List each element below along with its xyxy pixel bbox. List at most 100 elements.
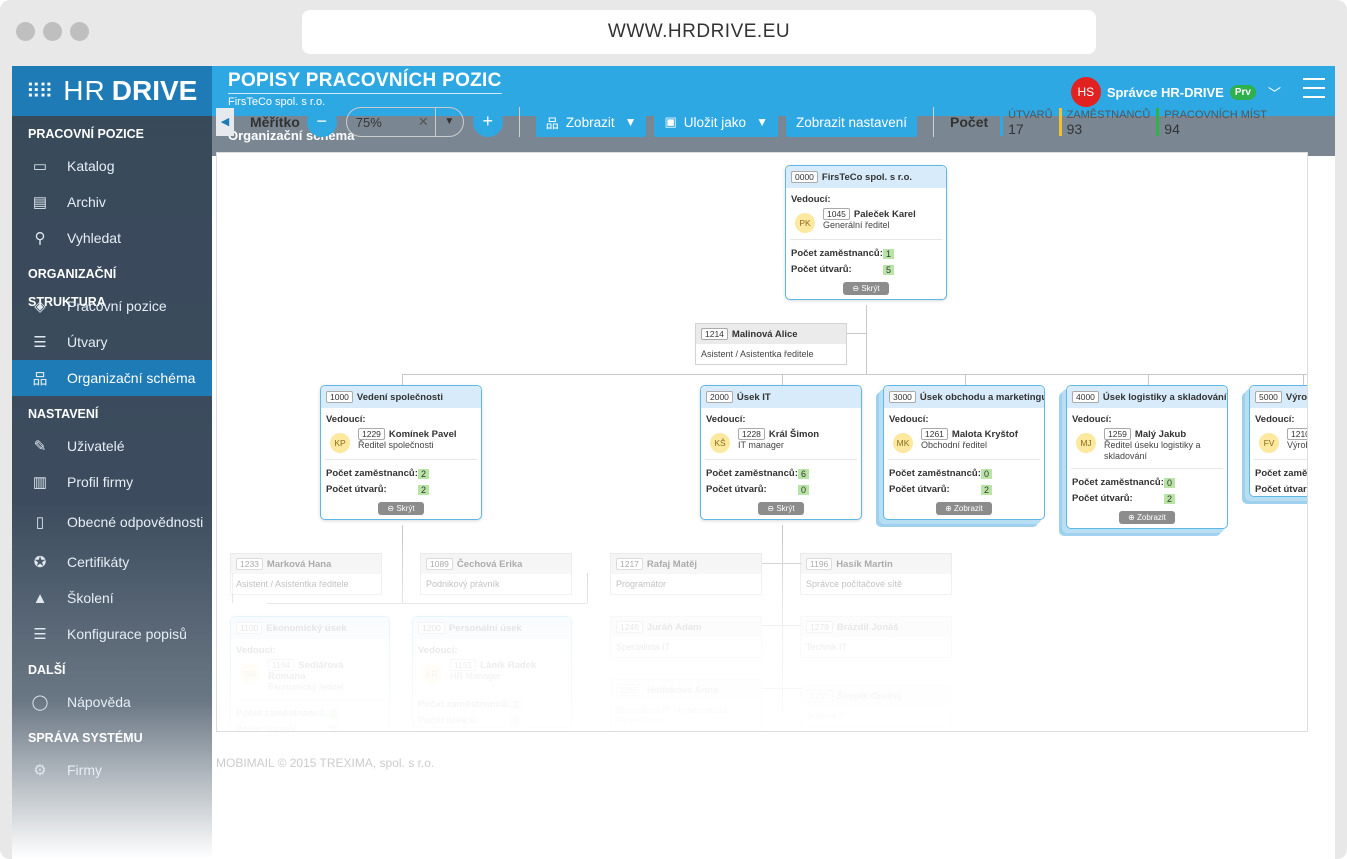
position-card[interactable]: 1233 Marková Hana Asistent / Asistentka ře… <box>230 553 382 595</box>
position-card[interactable]: 1089 Čechová Erika Podnikový právník <box>420 553 572 595</box>
sidebar-section-title: ORGANIZAČNÍ STRUKTURA <box>28 267 117 309</box>
sidebar-item[interactable]: 品 Organizační schéma <box>12 360 212 396</box>
logo[interactable]: ⠿⠿ HR DRIVE <box>12 66 212 116</box>
position-holder: Brázdil Jonáš <box>836 621 899 633</box>
unit-name: FirsTeCo spol. s r.o. <box>821 171 913 183</box>
show-settings-button[interactable]: Zobrazit nastavení <box>785 107 918 137</box>
sidebar-item[interactable]: ☰ Konfigurace popisů <box>12 616 212 652</box>
unit-count-row: Počet útvarů: <box>1250 480 1307 496</box>
department-card[interactable]: 3000 Úsek obchodu a marketingu Vedoucí: MK 1… <box>883 385 1045 520</box>
collapse-button[interactable]: ⊖ Skrýt <box>378 502 424 515</box>
position-card[interactable]: 1265 Holínková Anna Specialista IT - kyber… <box>610 679 762 731</box>
chevron-down-icon[interactable]: ﹀ <box>1268 83 1281 102</box>
position-code: 1251 <box>806 690 833 702</box>
collapse-button[interactable]: ⊖ Skrýt <box>843 282 889 295</box>
manager-position: Ekonomický ředitel <box>268 682 344 692</box>
department-card[interactable]: 1000 Vedení společnosti Vedoucí: KP 1229 Komí… <box>320 385 482 520</box>
manager-avatar: KŠ <box>710 433 730 453</box>
sidebar-item[interactable]: ▯ Obecné odpovědnosti <box>12 500 212 544</box>
avatar[interactable]: HS <box>1070 77 1101 107</box>
unit-count: 0 <box>510 715 522 726</box>
position-code: 1089 <box>426 558 453 570</box>
units-icon: ☰ <box>33 334 47 351</box>
dropdown-arrow-icon[interactable]: ▼ <box>434 108 463 136</box>
sidebar-item[interactable]: ✪ Certifikáty <box>12 544 212 580</box>
manager-name: Komínek Pavel <box>388 429 457 440</box>
connector-line <box>762 688 802 689</box>
position-header: 1214 Malinová Alice <box>696 324 846 344</box>
sidebar-item[interactable]: ⚲ Vyhledat <box>12 220 212 256</box>
position-title: Asistent / Asistentka ředitele <box>701 349 814 359</box>
user-name[interactable]: Správce HR-DRIVE <box>1107 85 1224 100</box>
unit-count-row: Počet útvarů: 5 <box>786 260 946 276</box>
sidebar-item[interactable]: ✎ Uživatelé <box>12 428 212 464</box>
employee-count-row: Počet zaměstnanců: <box>1250 464 1307 480</box>
position-card[interactable]: 1214 Malinová Alice Asistent / Asistentka … <box>695 323 847 365</box>
position-code: 1279 <box>806 621 833 633</box>
department-card[interactable]: 2000 Úsek IT Vedoucí: KŠ 1228 Král Šimon IT ma… <box>700 385 862 520</box>
unit-code: 2000 <box>706 391 733 403</box>
org-chart-canvas[interactable]: 0000 FirsTeCo spol. s r.o. Vedoucí: PK 1045 P… <box>216 152 1308 732</box>
position-title: Technik IT <box>806 711 848 721</box>
position-card[interactable]: 1196 Hasík Martin Správce počítačové sítě <box>800 553 952 595</box>
hamburger-menu-icon[interactable] <box>1303 78 1325 105</box>
position-card[interactable]: 1279 Brázdil Jonáš Technik IT <box>800 616 952 658</box>
zoom-select[interactable]: 75% ✕ ▼ <box>345 107 464 137</box>
sidebar-item[interactable]: ▲ Školení <box>12 580 212 616</box>
position-card[interactable]: 1217 Rafaj Matěj Programátor <box>610 553 762 595</box>
window-dot[interactable] <box>43 22 62 41</box>
collapse-left-icon[interactable]: ◀ <box>216 108 234 136</box>
save-as-button[interactable]: ▣ Uložit jako ▼ <box>654 107 778 137</box>
manager-row: FV 1210Výrobn <box>1254 427 1307 460</box>
address-bar[interactable]: WWW.HRDRIVE.EU <box>302 10 1096 54</box>
sidebar-item[interactable]: ☰ Útvary <box>12 324 212 360</box>
unit-count: 5 <box>883 264 895 275</box>
show-button[interactable]: 品 Zobrazit ▼ <box>535 107 647 137</box>
sidebar-item[interactable]: ⚙ Firmy <box>12 752 212 788</box>
unit-count-label: Počet útvarů: <box>418 715 479 726</box>
unit-card-header: 5000Výrob <box>1250 386 1307 408</box>
scale-label: Měřítko <box>250 114 300 130</box>
expand-button[interactable]: ⊕ Zobrazit <box>1119 511 1175 524</box>
department-card[interactable]: 5000Výrob Vedoucí: FV 1210Výrobn Počet zaměs… <box>1249 385 1307 497</box>
manager-label: Vedoucí: <box>791 194 831 205</box>
unit-card-header: 1000 Vedení společnosti <box>321 386 481 408</box>
user-menu[interactable]: HS Správce HR-DRIVE Prv ﹀ <box>1070 77 1281 107</box>
manager-row: SR 1194 Sedlářová Romana Ekonomický ředitel <box>235 658 385 700</box>
manager-code: 1210 <box>1287 428 1307 440</box>
connector-line <box>267 603 587 604</box>
department-card[interactable]: 4000 Úsek logistiky a skladování Vedoucí: M… <box>1066 385 1228 529</box>
sidebar-item[interactable]: ▤ Archiv <box>12 184 212 220</box>
position-header: 1217 Rafaj Matěj <box>611 554 761 574</box>
root-unit-card[interactable]: 0000 FirsTeCo spol. s r.o. Vedoucí: PK 1045 P… <box>785 165 947 300</box>
window-dot[interactable] <box>70 22 89 41</box>
stat-value: 17 <box>1008 121 1024 137</box>
manager-name-line: 1229 Komínek Pavel <box>358 428 457 440</box>
position-card[interactable]: 1251 Škopík Ondřej Technik IT <box>800 685 952 727</box>
employee-count: 2 <box>418 468 430 479</box>
manager-code: 1261 <box>921 428 948 440</box>
apps-grid-icon[interactable]: ⠿⠿ <box>26 79 53 104</box>
connector-line <box>866 305 867 375</box>
sidebar-item[interactable]: ◯ Nápověda <box>12 684 212 720</box>
zoom-out-button[interactable]: − <box>306 107 337 137</box>
sub-unit-card[interactable]: 1200 Personální úsek Vedoucí: LR 1151 Láník R… <box>412 616 572 728</box>
sidebar-item[interactable]: ▭ Katalog <box>12 148 212 184</box>
connector-line <box>762 625 802 626</box>
unit-count-label: Počet útvarů: <box>889 484 950 495</box>
zoom-in-button[interactable]: + <box>472 107 503 137</box>
sidebar-item[interactable]: ▥ Profil firmy <box>12 464 212 500</box>
expand-button[interactable]: ⊕ Zobrazit <box>936 502 992 515</box>
sidebar-item-label: Útvary <box>67 334 108 350</box>
collapse-button[interactable]: ⊖ Skrýt <box>758 502 804 515</box>
position-holder: Čechová Erika <box>456 558 523 570</box>
window-dot[interactable] <box>16 22 35 41</box>
footer: MOBIMAIL © 2015 TREXIMA, spol. s r.o. <box>216 756 435 770</box>
sub-unit-card[interactable]: 1100 Ekonomický úsek Vedoucí: SR 1194 Sedlářo… <box>230 616 390 731</box>
manager-row: KŠ 1228 Král Šimon IT manager <box>705 427 857 460</box>
clear-icon[interactable]: ✕ <box>418 114 429 130</box>
employee-count-row: Počet zaměstnanců: 3 <box>413 695 571 711</box>
position-card[interactable]: 1246 Juráň Adam Specialista IT <box>610 616 762 658</box>
connector-line <box>402 374 1307 375</box>
gear-icon: ⚙ <box>33 762 47 779</box>
